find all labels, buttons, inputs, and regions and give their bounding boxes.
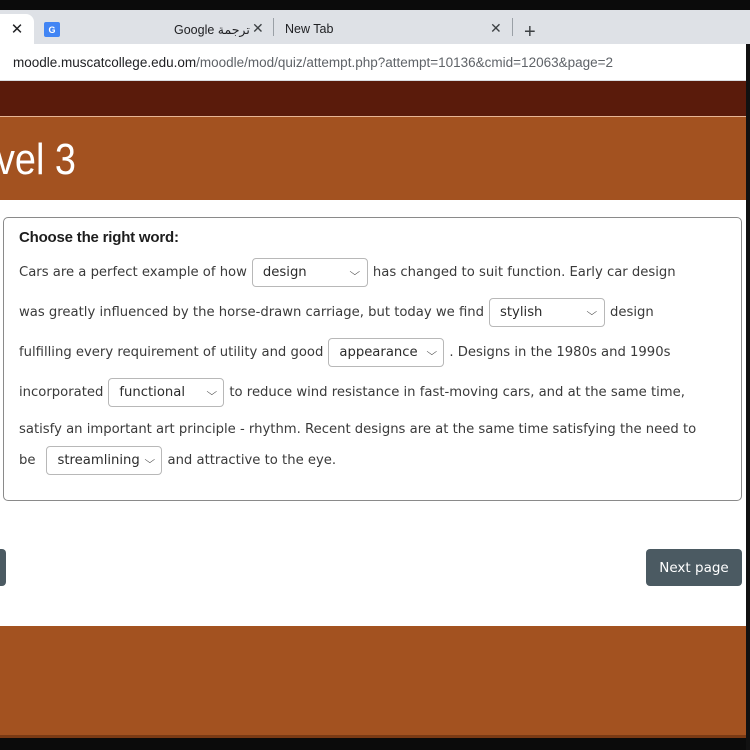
question-text: has changed to suit function. Early car … bbox=[372, 265, 676, 280]
question-text: to reduce wind resistance in fast-moving… bbox=[229, 385, 685, 400]
screen-top-edge bbox=[0, 0, 750, 10]
chevron-down-icon: ⌵ bbox=[144, 455, 156, 466]
select-value: design bbox=[262, 265, 307, 280]
question-text: satisfy an important art principle - rhy… bbox=[19, 422, 697, 437]
question-text: fulfilling every requirement of utility … bbox=[19, 345, 324, 360]
url-text[interactable]: moodle.muscatcollege.edu.om/moodle/mod/q… bbox=[13, 55, 613, 70]
chevron-down-icon: ⌵ bbox=[426, 347, 437, 358]
page-header: vel 3 bbox=[0, 116, 750, 200]
url-path: /moodle/mod/quiz/attempt.php?attempt=101… bbox=[196, 55, 614, 70]
answer-select-4[interactable]: functional ⌵ bbox=[108, 378, 225, 407]
select-value: functional bbox=[119, 385, 185, 400]
answer-select-3[interactable]: appearance ⌵ bbox=[328, 338, 445, 367]
google-translate-icon: G bbox=[44, 22, 60, 37]
question-text: and attractive to the eye. bbox=[167, 453, 337, 468]
question-line-2: was greatly influenced by the horse-draw… bbox=[19, 298, 654, 327]
question-text: . Designs in the 1980s and 1990s bbox=[449, 345, 671, 360]
tab-google-translate[interactable]: G Google ترجمة ✕ bbox=[36, 15, 272, 44]
tab-title: Google ترجمة bbox=[174, 23, 250, 37]
screen-right-edge bbox=[746, 44, 750, 750]
site-top-bar bbox=[0, 81, 750, 116]
tab-separator bbox=[512, 18, 513, 36]
question-text: design bbox=[610, 305, 654, 320]
question-line-6: be streamlining ⌵ and attractive to the e… bbox=[19, 446, 336, 475]
next-page-button[interactable]: Next page bbox=[646, 549, 742, 586]
question-text: was greatly influenced by the horse-draw… bbox=[19, 305, 485, 320]
select-value: stylish bbox=[500, 305, 543, 320]
answer-select-5[interactable]: streamlining ⌵ bbox=[46, 446, 163, 475]
question-line-4: incorporated functional ⌵ to reduce wind … bbox=[19, 378, 685, 407]
tab-new-tab[interactable]: New Tab ✕ bbox=[274, 15, 512, 44]
question-box: Choose the right word: Cars are a perfec… bbox=[3, 217, 742, 501]
question-line-3: fulfilling every requirement of utility … bbox=[19, 338, 670, 367]
previous-page-button[interactable] bbox=[0, 549, 6, 586]
question-line-5: satisfy an important art principle - rhy… bbox=[19, 422, 696, 437]
select-value: appearance bbox=[339, 345, 418, 360]
tab-close-icon[interactable]: ✕ bbox=[490, 20, 502, 37]
question-title: Choose the right word: bbox=[19, 229, 179, 246]
question-text: be bbox=[19, 453, 36, 468]
page-footer bbox=[0, 626, 750, 738]
select-value: streamlining bbox=[57, 453, 140, 468]
question-line-1: Cars are a perfect example of how design… bbox=[19, 258, 676, 287]
new-tab-plus-icon[interactable]: + bbox=[524, 22, 536, 42]
answer-select-1[interactable]: design ⌵ bbox=[251, 258, 368, 287]
question-text: incorporated bbox=[19, 385, 104, 400]
url-host: moodle.muscatcollege.edu.om bbox=[13, 55, 197, 70]
chevron-down-icon: ⌵ bbox=[206, 387, 217, 398]
browser-tab-bar: ✕ G Google ترجمة ✕ New Tab ✕ + bbox=[0, 10, 750, 44]
address-bar[interactable]: moodle.muscatcollege.edu.om/moodle/mod/q… bbox=[0, 44, 750, 81]
tab-close-icon[interactable]: ✕ bbox=[252, 20, 264, 37]
tab-title: New Tab bbox=[285, 22, 334, 36]
page-title: vel 3 bbox=[0, 135, 76, 184]
answer-select-2[interactable]: stylish ⌵ bbox=[489, 298, 606, 327]
chevron-down-icon: ⌵ bbox=[586, 307, 598, 318]
screen-bottom-edge bbox=[0, 738, 750, 750]
question-text: Cars are a perfect example of how bbox=[19, 265, 247, 280]
chevron-down-icon: ⌵ bbox=[349, 267, 361, 278]
active-tab-close-icon[interactable]: ✕ bbox=[0, 14, 34, 44]
